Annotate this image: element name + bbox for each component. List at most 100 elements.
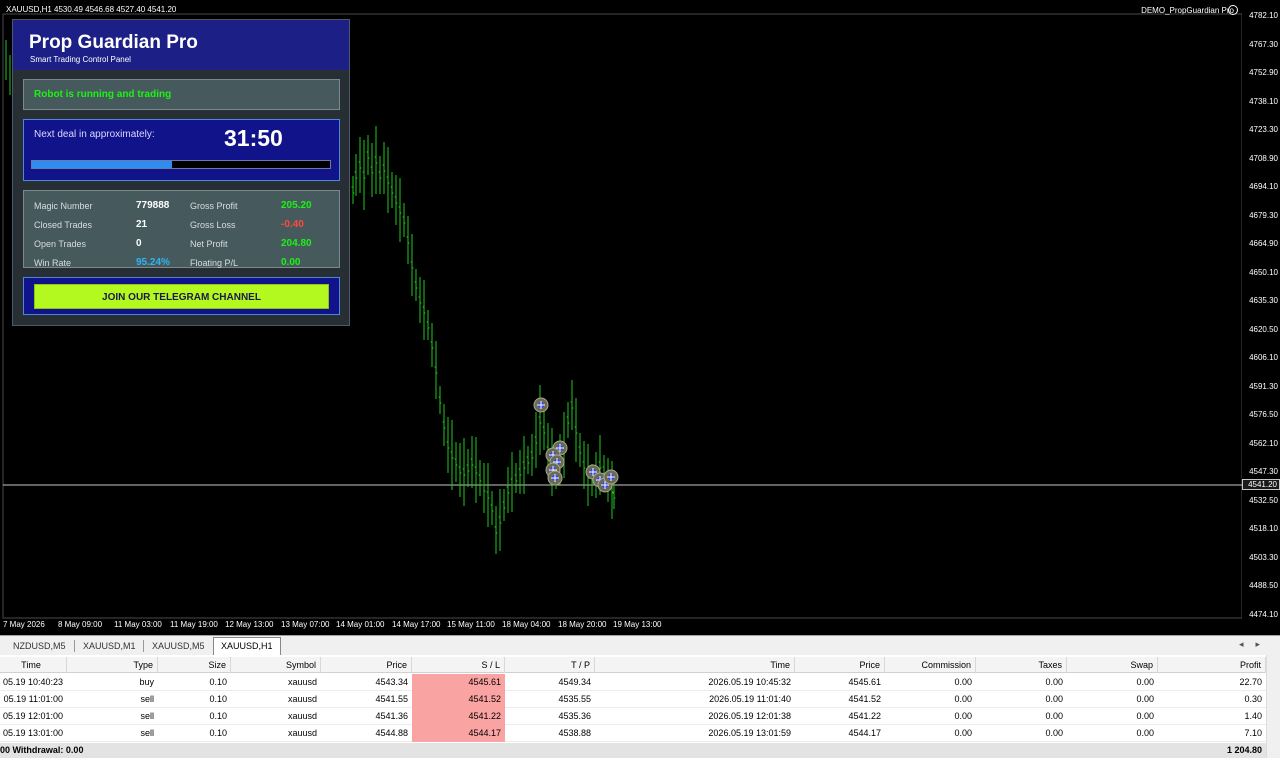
tab-xauusd-m5[interactable]: XAUUSD,M5 xyxy=(145,638,212,654)
table-cell: 7.10 xyxy=(1244,728,1262,738)
time-axis-label: 15 May 11:00 xyxy=(447,620,495,629)
price-axis-label: 4767.30 xyxy=(1249,39,1278,49)
price-axis-label: 4606.10 xyxy=(1249,353,1278,362)
time-axis-label: 7 May 2026 xyxy=(3,620,45,629)
table-cell: 22.70 xyxy=(1239,677,1262,687)
price-axis-label: 4664.90 xyxy=(1249,239,1278,248)
column-header[interactable]: Price xyxy=(321,657,412,673)
table-cell: 0.00 xyxy=(1045,711,1063,721)
table-row[interactable]: 05.19 11:01:00 sell 0.10 xauusd 4541.55 4541.… xyxy=(0,691,1266,708)
table-cell: 4538.88 xyxy=(558,728,591,738)
price-axis-label: 4503.30 xyxy=(1249,552,1278,562)
time-axis-label: 18 May 20:00 xyxy=(558,620,607,629)
table-row[interactable]: 05.19 10:40:23 buy 0.10 xauusd 4543.34 4545.6… xyxy=(0,674,1266,691)
column-header[interactable]: Price xyxy=(795,657,885,673)
table-cell: 05.19 10:40:23 xyxy=(2,677,63,687)
table-cell: 4544.88 xyxy=(375,728,408,738)
open-trades-label: Open Trades xyxy=(34,239,87,249)
closed-trades-label: Closed Trades xyxy=(34,220,93,230)
price-axis: 4782.10 4767.30 4752.90 4738.10 4723.30 4708.… xyxy=(1242,0,1280,635)
withdrawal-summary: 00 Withdrawal: 0.00 xyxy=(0,745,84,755)
price-axis-label: 4679.30 xyxy=(1249,210,1278,220)
gross-loss-value: -0.40 xyxy=(281,219,304,230)
panel-subtitle: Smart Trading Control Panel xyxy=(30,55,131,64)
panel-title: Prop Guardian Pro xyxy=(29,32,198,53)
join-telegram-button[interactable]: JOIN OUR TELEGRAM CHANNEL xyxy=(34,284,329,309)
column-header[interactable]: Time xyxy=(595,657,795,673)
time-axis-label: 11 May 19:00 xyxy=(170,620,218,629)
table-cell: 4535.55 xyxy=(558,694,591,704)
chart-area[interactable]: XAUUSD,H1 4530.49 4546.68 4527.40 4541.2… xyxy=(0,0,1280,635)
table-cell: 4535.36 xyxy=(558,711,591,721)
table-cell: 4541.22 xyxy=(412,708,505,725)
price-axis-label: 4782.10 xyxy=(1249,11,1278,20)
floating-pl-value: 0.00 xyxy=(281,257,301,268)
time-axis-label: 11 May 03:00 xyxy=(114,620,162,629)
table-cell: xauusd xyxy=(287,677,317,687)
table-row[interactable]: 05.19 12:01:00 sell 0.10 xauusd 4541.36 4541.… xyxy=(0,708,1266,725)
column-header[interactable]: Type xyxy=(67,657,158,673)
column-header[interactable]: Taxes xyxy=(976,657,1067,673)
table-cell: 0.00 xyxy=(1136,728,1154,738)
tab-xauusd-m1[interactable]: XAUUSD,M1 xyxy=(76,638,143,654)
current-price-tag: 4541.20 xyxy=(1242,479,1280,490)
table-cell: 0.00 xyxy=(1136,711,1154,721)
price-axis-label: 4635.30 xyxy=(1249,296,1278,305)
table-cell: 2026.05.19 10:45:32 xyxy=(708,677,791,687)
column-header[interactable]: Commission xyxy=(885,657,976,673)
tab-scroll-arrows[interactable]: ◂▸ xyxy=(1239,639,1272,650)
column-header[interactable]: Profit xyxy=(1158,657,1266,673)
column-header[interactable]: Size xyxy=(158,657,231,673)
table-cell: 4541.22 xyxy=(848,711,881,721)
column-header[interactable]: Time xyxy=(0,657,67,673)
smiley-icon[interactable] xyxy=(1228,5,1238,15)
timer-value: 31:50 xyxy=(224,125,283,151)
table-cell: buy xyxy=(139,677,154,687)
table-cell: 2026.05.19 11:01:40 xyxy=(709,694,791,704)
table-cell: 0.00 xyxy=(954,677,972,687)
column-header[interactable]: Symbol xyxy=(231,657,321,673)
time-axis-label: 12 May 13:00 xyxy=(225,620,274,629)
timer-progress-bar xyxy=(31,160,331,169)
price-axis-label: 4723.30 xyxy=(1249,125,1278,134)
prop-guardian-panel: Prop Guardian Pro Smart Trading Control … xyxy=(12,19,350,326)
chart-header: XAUUSD,H1 4530.49 4546.68 4527.40 4541.2… xyxy=(6,5,177,14)
tab-separator xyxy=(74,640,75,652)
table-header-row: Time Type Size Symbol Price S / LT / P Time Pri… xyxy=(0,657,1266,673)
table-cell: 0.00 xyxy=(954,711,972,721)
price-axis-label: 4650.10 xyxy=(1249,267,1278,277)
tab-separator xyxy=(143,640,144,652)
column-header[interactable]: S / L xyxy=(412,657,505,673)
table-cell: 0.00 xyxy=(954,694,972,704)
table-cell: xauusd xyxy=(287,711,317,721)
vertical-scrollbar[interactable] xyxy=(1266,655,1280,758)
magic-number-label: Magic Number xyxy=(34,201,93,211)
gross-profit-value: 205.20 xyxy=(281,200,312,211)
net-profit-value: 204.80 xyxy=(281,238,312,249)
column-header[interactable]: T / P xyxy=(505,657,595,673)
telegram-box: JOIN OUR TELEGRAM CHANNEL xyxy=(23,277,340,315)
table-cell: 2026.05.19 12:01:38 xyxy=(708,711,791,721)
table-cell: 4541.52 xyxy=(848,694,881,704)
tab-xauusd-h1[interactable]: XAUUSD,H1 xyxy=(213,637,281,655)
price-axis-label: 4532.50 xyxy=(1249,495,1278,505)
table-cell: 4544.17 xyxy=(848,728,881,738)
trade-history-table: Time Type Size Symbol Price S / LT / P Time Pri… xyxy=(0,655,1280,758)
timer-label: Next deal in approximately: xyxy=(34,129,155,140)
table-cell: 0.10 xyxy=(209,677,227,687)
table-cell: 0.10 xyxy=(209,694,227,704)
tab-nzdusd-m5[interactable]: NZDUSD,M5 xyxy=(6,638,73,654)
time-axis-label: 8 May 09:00 xyxy=(58,620,103,629)
table-cell: 4545.61 xyxy=(412,674,505,691)
price-axis-label: 4708.90 xyxy=(1249,153,1278,163)
table-cell: 0.10 xyxy=(209,728,227,738)
net-profit-label: Net Profit xyxy=(190,239,228,249)
open-trades-value: 0 xyxy=(136,238,142,249)
status-text: Robot is running and trading xyxy=(34,89,172,100)
column-header[interactable]: Swap xyxy=(1067,657,1158,673)
table-cell: 4549.34 xyxy=(558,677,591,687)
table-cell: 0.00 xyxy=(1136,694,1154,704)
table-cell: 0.00 xyxy=(1045,694,1063,704)
table-row[interactable]: 05.19 13:01:00 sell 0.10 xauusd 4544.88 4544.… xyxy=(0,725,1266,742)
price-axis-label: 4591.30 xyxy=(1249,381,1278,391)
